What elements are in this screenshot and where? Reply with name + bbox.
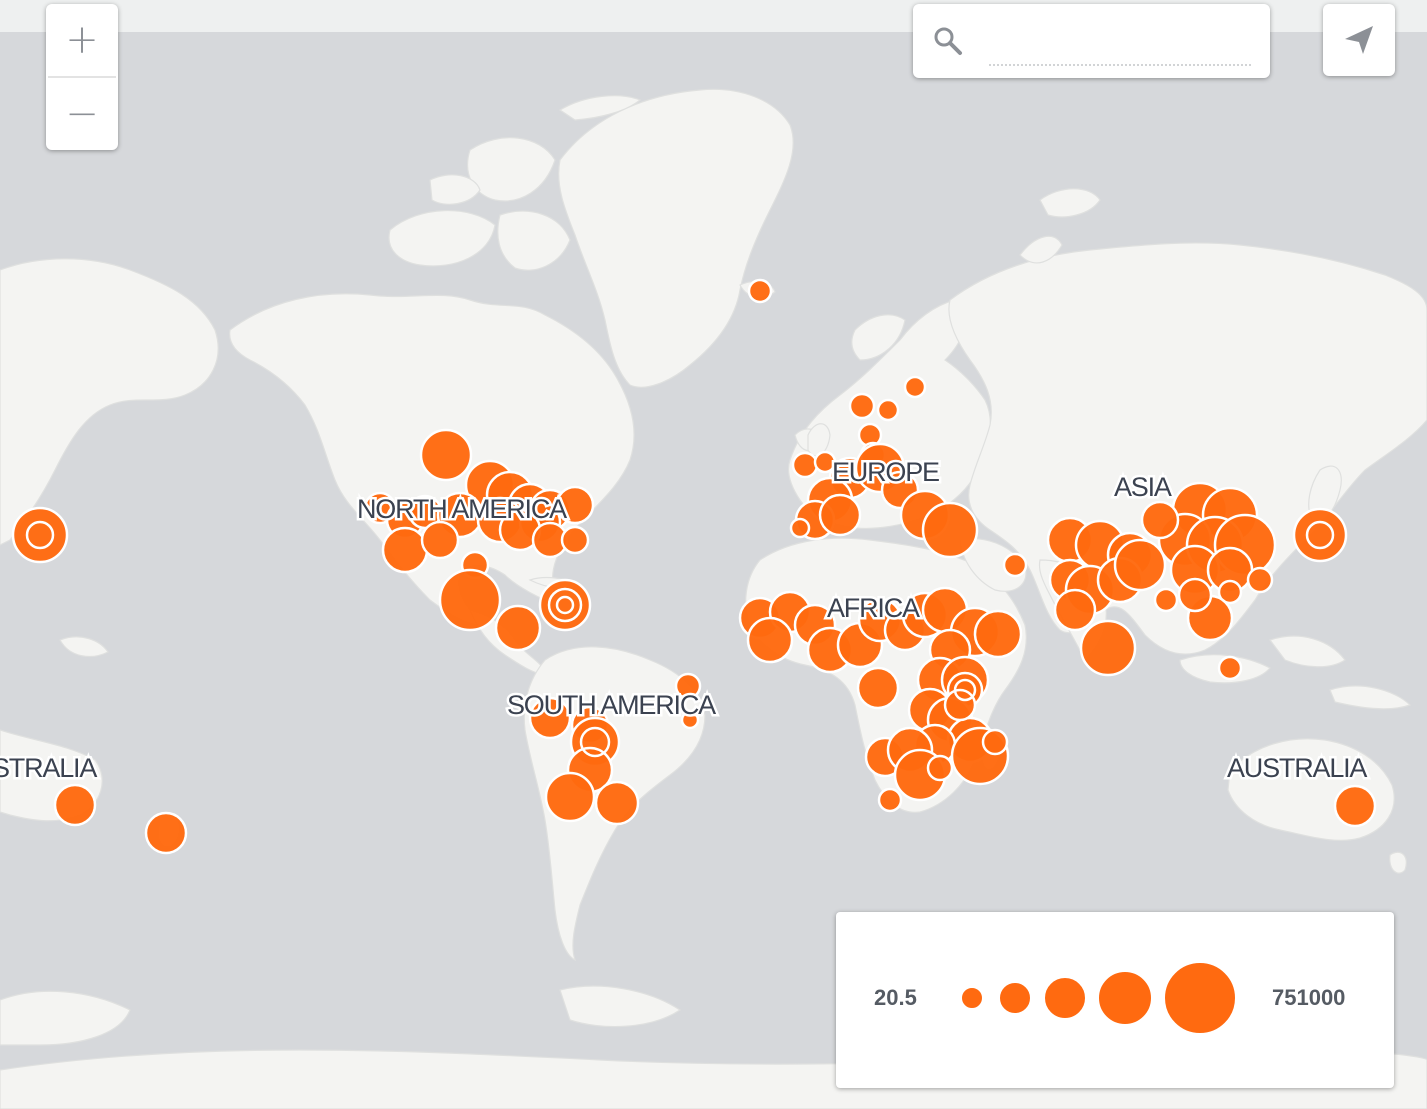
data-bubble[interactable] xyxy=(789,517,811,539)
data-bubble[interactable] xyxy=(538,578,592,632)
data-bubble[interactable] xyxy=(419,428,473,482)
continent-label: ASIA xyxy=(1114,472,1172,502)
data-bubble[interactable] xyxy=(921,501,979,559)
data-bubble[interactable] xyxy=(381,526,429,574)
data-bubble[interactable] xyxy=(560,525,590,555)
data-bubble[interactable] xyxy=(1079,619,1137,677)
legend-max-label: 751000 xyxy=(1272,985,1346,1010)
continent-label: AUSTRALIA xyxy=(1227,753,1367,783)
data-bubble[interactable] xyxy=(1153,587,1179,613)
data-bubble[interactable] xyxy=(1113,538,1167,592)
data-bubble[interactable] xyxy=(544,771,596,823)
search-input[interactable] xyxy=(989,24,1251,66)
data-bubble[interactable] xyxy=(494,604,542,652)
locate-button[interactable] xyxy=(1323,4,1395,76)
data-bubble[interactable] xyxy=(943,688,977,722)
data-bubble[interactable] xyxy=(1333,784,1377,828)
data-bubble[interactable] xyxy=(877,787,903,813)
data-bubble[interactable] xyxy=(1002,552,1028,578)
data-bubble[interactable] xyxy=(1217,655,1243,681)
data-bubble[interactable] xyxy=(848,392,876,420)
legend-bubble xyxy=(960,986,984,1010)
data-bubble[interactable] xyxy=(53,783,97,827)
legend-bubble xyxy=(1043,976,1087,1020)
data-bubble[interactable] xyxy=(1246,566,1274,594)
data-bubble[interactable] xyxy=(746,616,794,664)
data-bubble[interactable] xyxy=(973,609,1023,659)
search-box xyxy=(913,4,1270,78)
continent-label: SOUTH AMERICA xyxy=(507,690,716,720)
zoom-in-button[interactable]: + xyxy=(46,4,118,76)
data-bubble[interactable] xyxy=(1053,588,1097,632)
data-bubble[interactable] xyxy=(11,506,69,564)
continent-label: NORTH AMERICA xyxy=(357,494,567,524)
zoom-control: + − xyxy=(46,4,118,150)
data-bubble[interactable] xyxy=(747,278,773,304)
data-bubble[interactable] xyxy=(1177,577,1213,613)
continent-label: AFRICA xyxy=(827,593,920,623)
legend-bubble xyxy=(998,981,1032,1015)
data-bubble[interactable] xyxy=(791,451,819,479)
zoom-out-button[interactable]: − xyxy=(46,78,118,150)
legend-bubble xyxy=(1097,970,1153,1026)
data-bubble[interactable] xyxy=(420,520,460,560)
data-bubble[interactable] xyxy=(594,780,640,826)
continent-label: EUROPE xyxy=(832,457,939,487)
data-bubble[interactable] xyxy=(926,754,954,782)
data-bubble[interactable] xyxy=(144,811,188,855)
navigation-arrow-icon xyxy=(1345,26,1373,54)
data-bubble[interactable] xyxy=(438,568,502,632)
legend-bubble xyxy=(1163,961,1237,1035)
data-bubble[interactable] xyxy=(1292,507,1348,563)
data-bubble[interactable] xyxy=(856,666,900,710)
size-legend: 20.5 751000 xyxy=(836,912,1394,1088)
continent-label: STRALIA xyxy=(0,753,97,783)
search-icon[interactable] xyxy=(931,24,965,58)
data-bubble[interactable] xyxy=(981,728,1009,756)
data-bubble[interactable] xyxy=(1140,500,1180,540)
data-bubble[interactable] xyxy=(903,375,927,399)
data-bubble[interactable] xyxy=(876,398,900,422)
data-bubble[interactable] xyxy=(818,493,862,537)
